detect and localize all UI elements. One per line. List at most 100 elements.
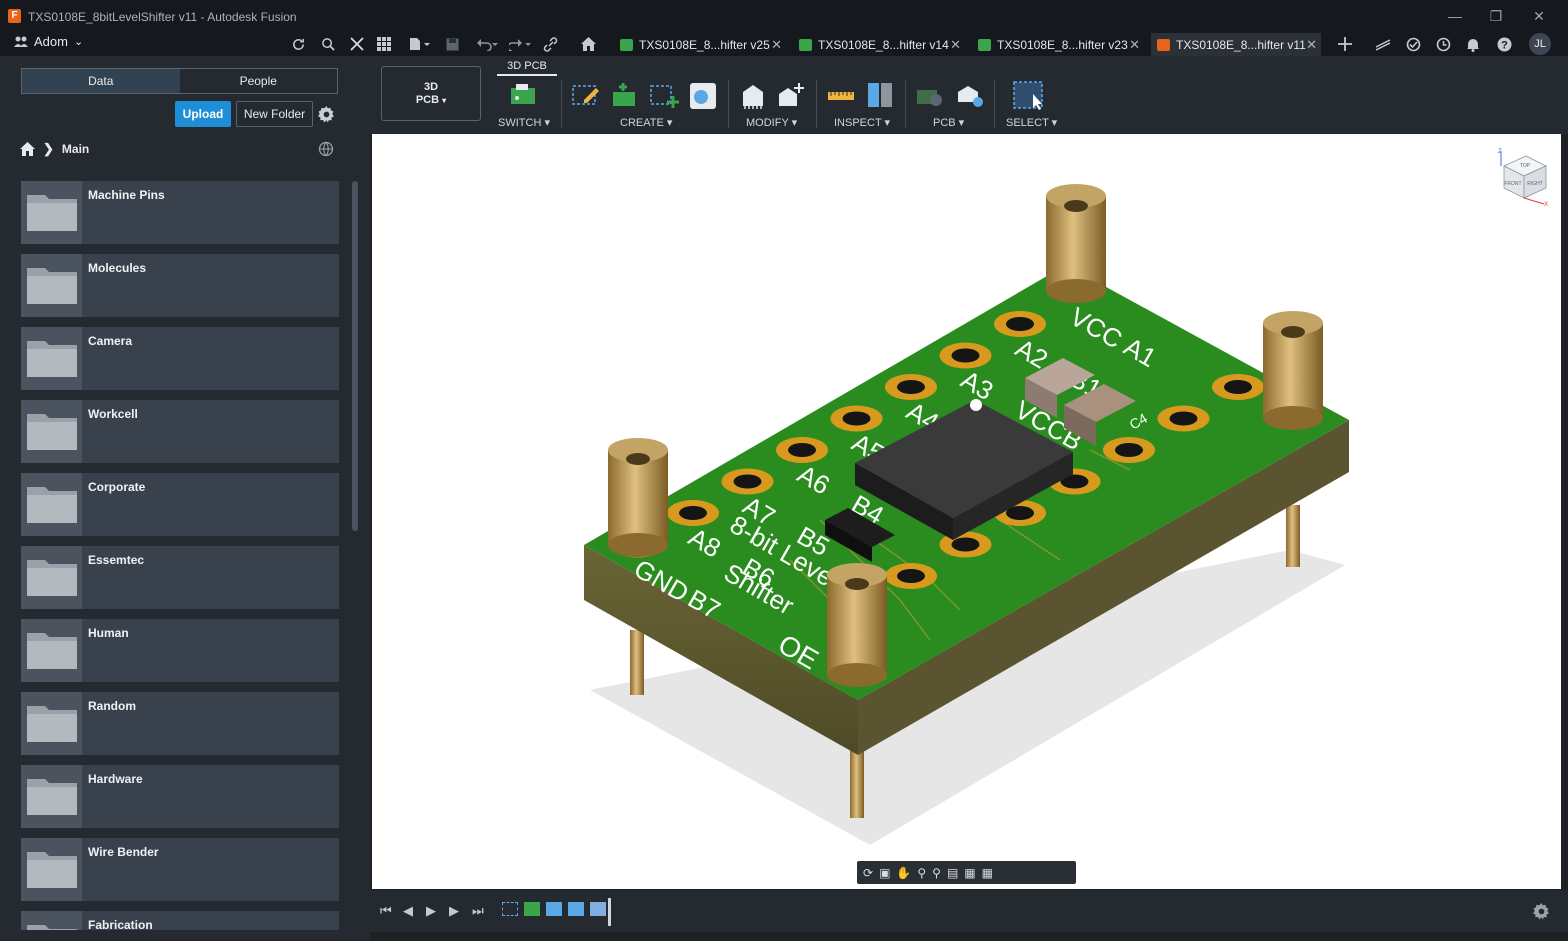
folder-item[interactable]: Hardware: [21, 765, 339, 828]
folder-item[interactable]: Workcell: [21, 400, 339, 463]
group-switch[interactable]: SWITCH ▾: [498, 116, 550, 129]
component-icon[interactable]: [737, 80, 769, 110]
close-icon[interactable]: ✕: [771, 37, 782, 53]
apps-grid-icon[interactable]: [375, 35, 393, 53]
group-modify[interactable]: MODIFY ▾: [746, 116, 797, 129]
help-icon[interactable]: ?: [1495, 35, 1513, 53]
group-inspect[interactable]: INSPECT ▾: [834, 116, 890, 129]
viewcube-top-label: TOP: [1520, 163, 1531, 169]
save-icon[interactable]: [443, 35, 461, 53]
timeline-marker[interactable]: [608, 898, 611, 926]
timeline-settings-icon[interactable]: [1533, 903, 1550, 925]
sketch-icon[interactable]: [570, 80, 602, 110]
gear-icon[interactable]: [318, 106, 335, 128]
close-window-icon[interactable]: ✕: [1524, 6, 1554, 26]
folder-item[interactable]: Corporate: [21, 473, 339, 536]
minimize-icon[interactable]: —: [1440, 6, 1470, 26]
feature-image-icon[interactable]: [568, 902, 584, 916]
new-folder-button[interactable]: New Folder: [236, 101, 313, 127]
new-tab-icon[interactable]: [1336, 35, 1354, 53]
render-icon[interactable]: [687, 80, 719, 110]
group-create[interactable]: CREATE ▾: [620, 116, 672, 129]
tab-data[interactable]: Data: [22, 69, 180, 93]
close-icon[interactable]: ✕: [950, 37, 961, 53]
upload-button[interactable]: Upload: [175, 101, 231, 127]
clock-icon[interactable]: [1434, 35, 1452, 53]
create-outline-icon[interactable]: [648, 80, 680, 110]
folder-name: Workcell: [88, 407, 138, 421]
folder-item[interactable]: Machine Pins: [21, 181, 339, 244]
switch-board-icon[interactable]: [507, 80, 539, 110]
tab-pcb-v25[interactable]: TXS0108E_8...hifter v25 ✕: [614, 33, 786, 56]
folder-item[interactable]: Molecules: [21, 254, 339, 317]
avatar[interactable]: JL: [1529, 33, 1551, 55]
feature-image-icon[interactable]: [546, 902, 562, 916]
pcb-settings-icon[interactable]: [954, 80, 986, 110]
folder-scrollbar[interactable]: [352, 181, 358, 531]
orbit-icon[interactable]: ⟳: [863, 866, 873, 880]
folder-item[interactable]: Essemtec: [21, 546, 339, 609]
3d-viewport[interactable]: VCCA2A3A4A5A6A7A8GNDA1B1VCCBB2B3B4B5B6B7…: [372, 134, 1561, 889]
pcb-push-icon[interactable]: [914, 80, 946, 110]
restore-icon[interactable]: ❐: [1481, 6, 1511, 26]
close-icon[interactable]: ✕: [1129, 37, 1140, 53]
timeline-start-icon[interactable]: ⏮: [380, 903, 392, 919]
folder-item[interactable]: Human: [21, 619, 339, 682]
fit-icon[interactable]: ⚲: [932, 866, 941, 880]
close-icon[interactable]: ✕: [1306, 37, 1317, 53]
grid-icon[interactable]: ▦: [964, 866, 975, 880]
pcb-3d-model[interactable]: VCCA2A3A4A5A6A7A8GNDA1B1VCCBB2B3B4B5B6B7…: [372, 134, 1561, 889]
folder-item[interactable]: Random: [21, 692, 339, 755]
move-icon[interactable]: [775, 80, 807, 110]
display-settings-icon[interactable]: ▤: [947, 866, 958, 880]
viewports-icon[interactable]: ▦: [982, 866, 993, 880]
feature-component-icon[interactable]: [590, 902, 606, 916]
timeline-end-icon[interactable]: ⏭: [472, 903, 484, 919]
tab-people[interactable]: People: [180, 69, 338, 93]
tab-schematic-v14[interactable]: TXS0108E_8...hifter v14 ✕: [793, 33, 965, 56]
folder-item[interactable]: Camera: [21, 327, 339, 390]
refresh-icon[interactable]: [289, 35, 307, 53]
home-icon[interactable]: [20, 142, 35, 156]
timeline-next-icon[interactable]: ▶: [449, 903, 459, 919]
timeline-play-icon[interactable]: ▶: [426, 903, 436, 919]
section-analysis-icon[interactable]: [864, 80, 896, 110]
tab-3d-pcb-v11[interactable]: TXS0108E_8...hifter v11 ✕: [1151, 33, 1321, 56]
select-icon[interactable]: [1012, 80, 1044, 110]
file-menu-icon[interactable]: [406, 35, 432, 53]
team-switcher[interactable]: Adom ⌄: [14, 34, 83, 49]
zoom-icon[interactable]: ⚲: [917, 866, 926, 880]
close-panel-icon[interactable]: [348, 35, 366, 53]
look-at-icon[interactable]: ▣: [879, 866, 890, 880]
feature-board-icon[interactable]: [524, 902, 540, 916]
breadcrumb-main[interactable]: Main: [62, 142, 89, 156]
pad-hole: [951, 537, 980, 552]
globe-icon[interactable]: [318, 141, 334, 162]
data-people-toggle: Data People: [21, 68, 338, 94]
pan-icon[interactable]: ✋: [896, 866, 911, 880]
create-board-icon[interactable]: [609, 80, 641, 110]
redo-icon[interactable]: [507, 35, 533, 53]
feature-sketch-icon[interactable]: [502, 902, 518, 916]
group-select[interactable]: SELECT ▾: [1006, 116, 1057, 129]
workspace-switcher[interactable]: 3D PCB ▾: [381, 66, 481, 121]
notifications-icon[interactable]: [1464, 35, 1482, 53]
extensions-icon[interactable]: [1374, 35, 1392, 53]
folder-icon: [21, 327, 82, 390]
group-pcb[interactable]: PCB ▾: [933, 116, 964, 129]
search-icon[interactable]: [319, 35, 337, 53]
tab-board-v23[interactable]: TXS0108E_8...hifter v23 ✕: [972, 33, 1144, 56]
folder-item[interactable]: Fabrication: [21, 911, 339, 930]
timeline-prev-icon[interactable]: ◀: [403, 903, 413, 919]
pad-hole: [897, 569, 925, 583]
link-icon[interactable]: [541, 35, 559, 53]
pad-hole: [733, 474, 762, 489]
view-cube[interactable]: TOP FRONT RIGHT Z X: [1496, 148, 1550, 208]
home-icon[interactable]: [579, 35, 597, 53]
team-name: Adom: [34, 34, 68, 49]
tab-3d-pcb[interactable]: 3D PCB: [497, 56, 557, 76]
folder-item[interactable]: Wire Bender: [21, 838, 339, 901]
undo-icon[interactable]: [474, 35, 500, 53]
job-status-icon[interactable]: [1404, 35, 1422, 53]
measure-icon[interactable]: [825, 80, 857, 110]
